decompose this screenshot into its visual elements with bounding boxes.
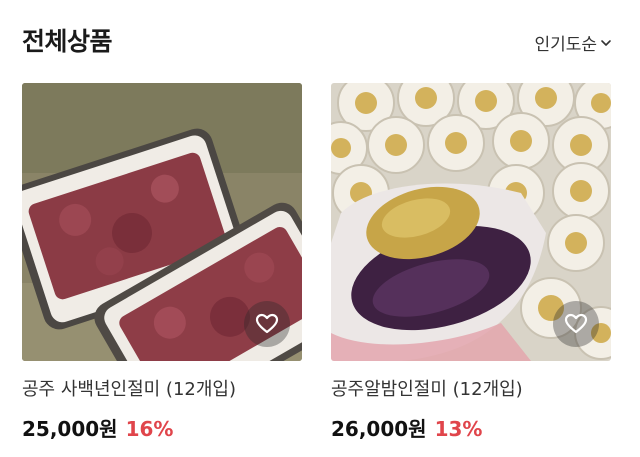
page-header: 전체상품 인기도순 (0, 0, 640, 80)
wishlist-button[interactable] (244, 301, 290, 347)
heart-icon (564, 313, 588, 334)
product-price: 25,000원 (22, 417, 118, 441)
product-image[interactable] (22, 83, 302, 361)
product-price: 26,000원 (331, 417, 427, 441)
discount-rate: 13% (434, 417, 483, 441)
sort-label: 인기도순 (534, 35, 597, 55)
product-card[interactable]: 공주알밤인절미 (12개입) 26,000원 13% (331, 83, 611, 442)
page-title: 전체상품 (22, 27, 113, 56)
heart-icon (255, 313, 279, 334)
wishlist-button[interactable] (553, 301, 599, 347)
price-row: 25,000원 16% (22, 413, 302, 442)
product-name[interactable]: 공주알밤인절미 (12개입) (331, 375, 611, 401)
discount-rate: 16% (125, 417, 174, 441)
sort-dropdown[interactable]: 인기도순 (534, 30, 612, 55)
price-row: 26,000원 13% (331, 413, 611, 442)
chevron-down-icon (601, 39, 611, 46)
product-image[interactable] (331, 83, 611, 361)
product-card[interactable]: 공주 사백년인절미 (12개입) 25,000원 16% (22, 83, 302, 442)
product-name[interactable]: 공주 사백년인절미 (12개입) (22, 375, 302, 401)
